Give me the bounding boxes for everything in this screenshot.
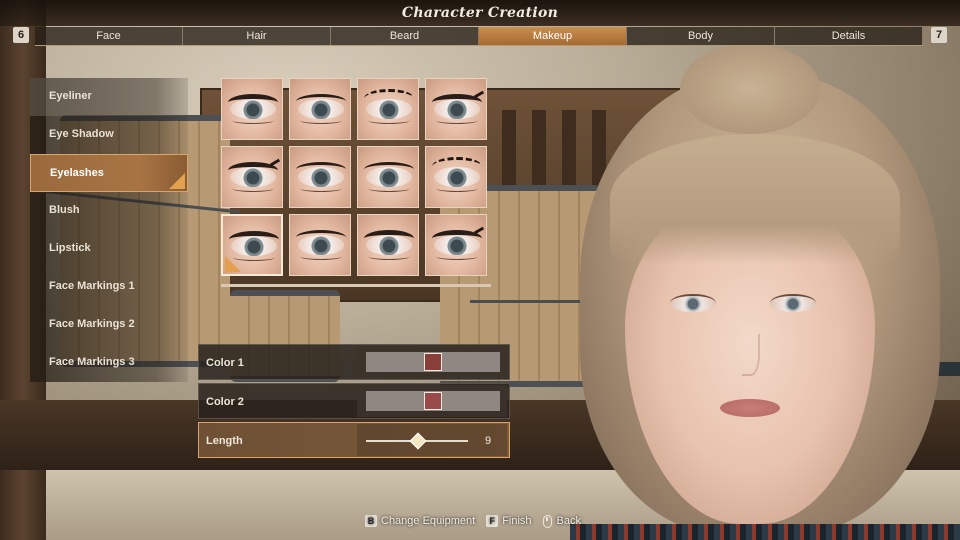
eyelash-preset[interactable] [289,146,351,208]
length-value: 9 [485,435,492,447]
color2-label: Color 2 [206,396,244,408]
tab-divider [35,45,923,46]
length-row[interactable]: Length 9 [198,422,510,458]
tab-row: Face Hair Beard Makeup Body Details [35,27,923,45]
change-equipment-label: Change Equipment [381,515,476,527]
page-title: Character Creation [401,5,559,21]
length-slider[interactable] [366,432,468,450]
menu-item-face-markings-3[interactable]: Face Markings 3 [30,344,188,382]
eyelash-preset[interactable] [357,78,419,140]
tab-details[interactable]: Details [775,27,923,45]
tab-body[interactable]: Body [627,27,775,45]
menu-item-face-markings-2[interactable]: Face Markings 2 [30,306,188,344]
eyelash-preset[interactable] [425,146,487,208]
grid-scrollbar[interactable] [221,284,491,287]
eyelash-preset[interactable] [289,214,351,276]
character-collar [570,524,960,540]
eyelash-preset[interactable] [425,214,487,276]
color1-swatch[interactable] [424,353,442,371]
character-nose [742,334,760,376]
eyelash-preset-selected[interactable] [221,214,283,276]
prev-tab-key-icon[interactable]: 6 [13,27,29,43]
footer-hints: B Change Equipment F Finish Back [365,512,592,530]
color2-slider[interactable] [366,391,500,411]
eyelash-preset[interactable] [221,146,283,208]
color2-row[interactable]: Color 2 [198,383,510,419]
character-lips [720,399,780,417]
tab-face[interactable]: Face [35,27,183,45]
eyelash-preset[interactable] [289,78,351,140]
b-key-icon: B [365,515,377,527]
next-tab-key-icon[interactable]: 7 [931,27,947,43]
mouse-icon [542,514,552,528]
menu-item-eyelashes[interactable]: Eyelashes [30,154,188,192]
eyelash-settings-panel: Color 1 Color 2 Length 9 [198,344,510,461]
length-label: Length [206,435,243,447]
tab-beard[interactable]: Beard [331,27,479,45]
menu-item-lipstick[interactable]: Lipstick [30,230,188,268]
menu-item-blush[interactable]: Blush [30,192,188,230]
change-equipment-button[interactable]: B Change Equipment [365,515,475,527]
menu-item-eyeliner[interactable]: Eyeliner [30,78,188,116]
finish-button[interactable]: F Finish [486,515,532,527]
color2-swatch[interactable] [424,392,442,410]
back-button[interactable]: Back [542,514,581,528]
finish-label: Finish [502,515,532,527]
color1-slider[interactable] [366,352,500,372]
makeup-menu: Eyeliner Eye Shadow Eyelashes Blush Lips… [30,78,188,382]
tab-hair[interactable]: Hair [183,27,331,45]
category-tabs: 6 Face Hair Beard Makeup Body Details 7 [0,27,960,46]
character-eye-right [770,294,816,312]
f-key-icon: F [486,515,499,527]
menu-item-eye-shadow[interactable]: Eye Shadow [30,116,188,154]
eyelash-preset[interactable] [425,78,487,140]
eyelash-preset[interactable] [357,146,419,208]
eyelash-preset-grid [221,78,491,276]
color1-row[interactable]: Color 1 [198,344,510,380]
menu-item-face-markings-1[interactable]: Face Markings 1 [30,268,188,306]
eyelash-preset[interactable] [357,214,419,276]
eyelash-preset[interactable] [221,78,283,140]
character-eye-left [670,294,716,312]
title-bar: Character Creation [0,0,960,26]
tab-makeup[interactable]: Makeup [479,27,627,45]
character-hair-bun [680,44,820,134]
back-label: Back [556,515,581,527]
character-bangs [610,134,900,264]
character-preview [570,44,960,540]
color1-label: Color 1 [206,357,244,369]
